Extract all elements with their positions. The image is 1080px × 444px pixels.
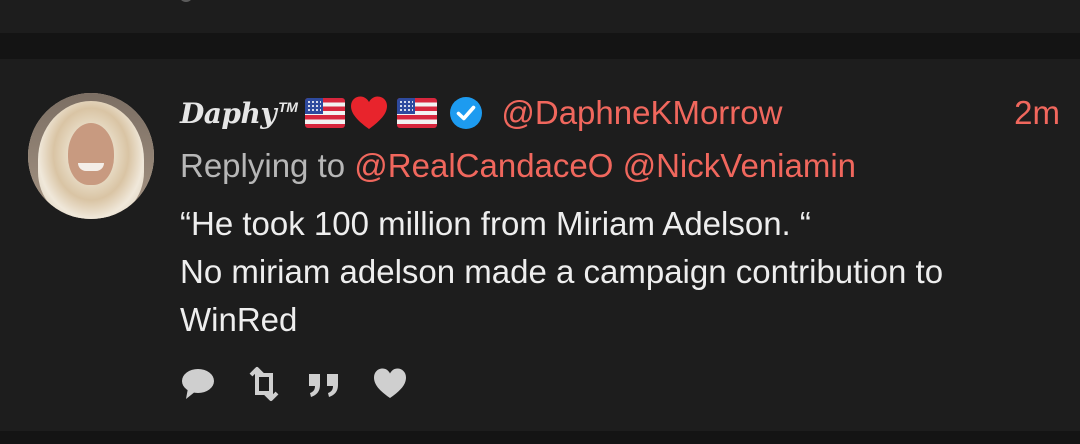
- timeline: Daphy TM @DaphneKMorrow 2m Replying to @R…: [0, 0, 1080, 444]
- red-heart-icon: [351, 96, 388, 129]
- retweet-button[interactable]: [246, 366, 282, 402]
- replying-to: Replying to @RealCandaceO @NickVeniamin: [180, 147, 856, 185]
- reply-button[interactable]: [180, 366, 216, 402]
- tweet-text-line: No miriam adelson made a campaign contri…: [180, 253, 944, 290]
- tweet-card[interactable]: Daphy TM @DaphneKMorrow 2m Replying to @R…: [0, 59, 1080, 431]
- mention-link[interactable]: @RealCandaceO: [354, 147, 613, 184]
- tweet-text-line: WinRed: [180, 301, 298, 338]
- us-flag-icon: [397, 98, 438, 128]
- display-name-text: Daphy: [180, 96, 277, 130]
- heart-icon: [374, 368, 406, 398]
- tweet-separator: [0, 431, 1080, 444]
- previous-tweet-icon: [179, 0, 193, 2]
- like-button[interactable]: [372, 366, 408, 402]
- tweet-actions: [180, 364, 408, 404]
- tweet-text-line: “He took 100 million from Miriam Adelson…: [180, 205, 811, 242]
- user-handle[interactable]: @DaphneKMorrow: [501, 94, 782, 132]
- tweet-separator: [0, 33, 1080, 59]
- tweet-header: Daphy TM @DaphneKMorrow 2m: [180, 91, 1060, 135]
- quote-icon: [309, 374, 338, 397]
- display-name[interactable]: Daphy TM: [180, 96, 298, 130]
- verified-badge-icon: [450, 97, 483, 129]
- tweet-text: “He took 100 million from Miriam Adelson…: [180, 200, 1060, 344]
- avatar[interactable]: [28, 93, 154, 219]
- previous-tweet-remnant[interactable]: [0, 0, 1080, 33]
- replying-to-label: Replying to: [180, 147, 346, 184]
- mention-link[interactable]: @NickVeniamin: [623, 147, 856, 184]
- quote-button[interactable]: [306, 366, 342, 402]
- tweet-timestamp[interactable]: 2m: [1014, 94, 1060, 132]
- us-flag-icon: [305, 98, 346, 128]
- trademark-sign: TM: [278, 99, 298, 116]
- retweet-icon: [249, 367, 279, 401]
- reply-bubble-icon: [182, 369, 214, 399]
